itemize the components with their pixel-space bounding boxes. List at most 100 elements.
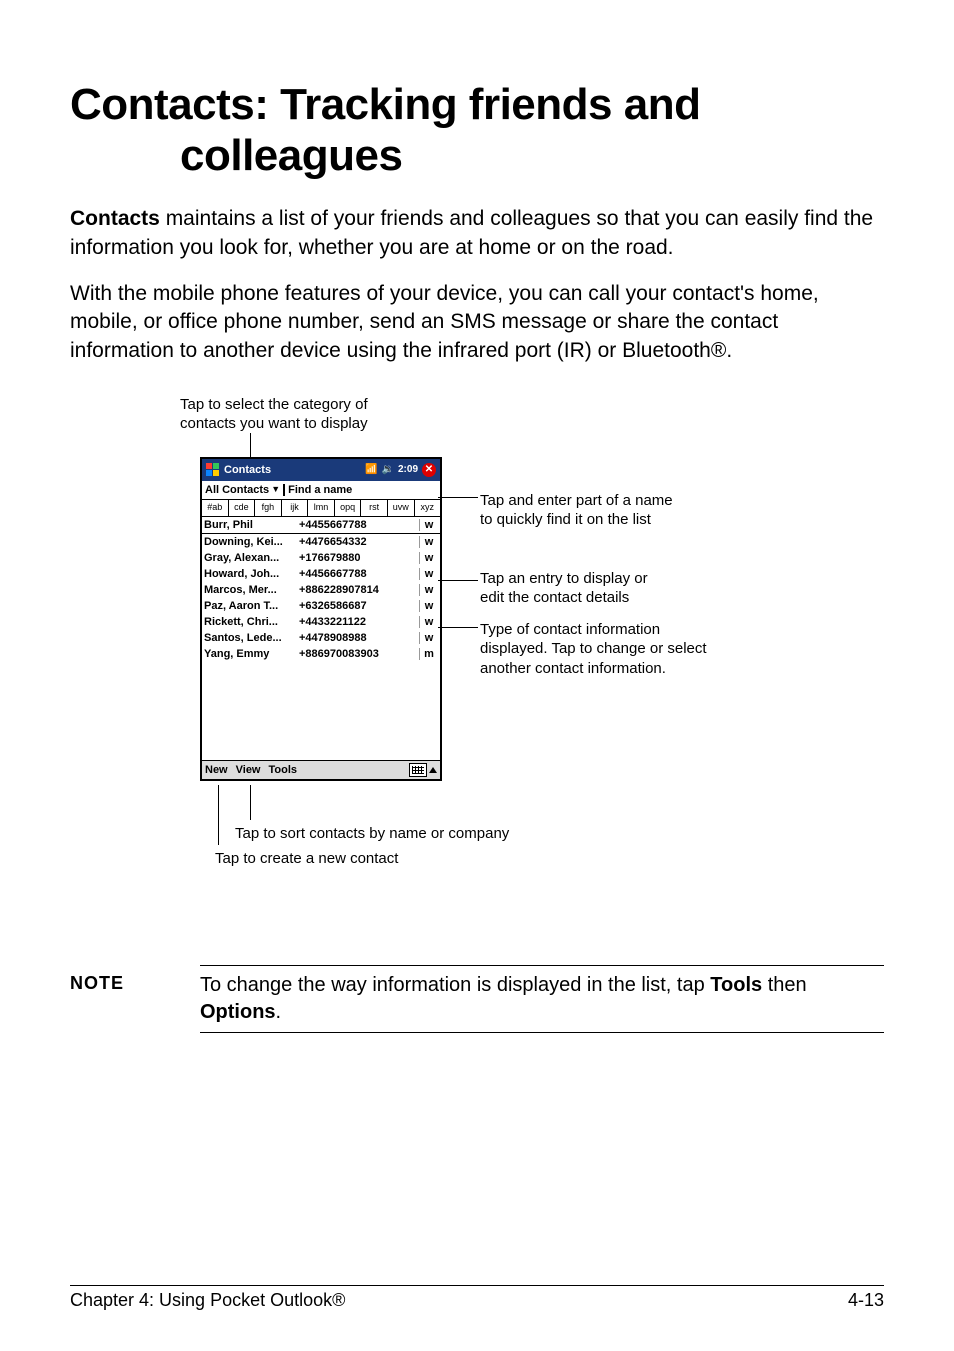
device-screenshot: Contacts 2:09 ✕ All Contacts ▼ Find a na… (200, 457, 442, 781)
contact-row[interactable]: Paz, Aaron T... +6326586687 w (202, 598, 440, 614)
note-label: NOTE (70, 965, 160, 994)
command-bar: New View Tools (202, 760, 440, 779)
contact-name: Gray, Alexan... (204, 552, 299, 564)
contact-number: +4456667788 (299, 568, 419, 580)
para1-rest: maintains a list of your friends and col… (70, 207, 873, 258)
find-name-input[interactable]: Find a name (283, 484, 440, 496)
contact-type[interactable]: w (419, 632, 438, 644)
menu-new[interactable]: New (205, 764, 228, 776)
category-label: All Contacts (205, 484, 269, 496)
contact-name: Burr, Phil (204, 519, 299, 531)
footer-left: Chapter 4: Using Pocket Outlook® (70, 1290, 345, 1311)
note-text-3: . (276, 1001, 282, 1023)
contact-list: Burr, Phil +4455667788 w Downing, Kei...… (202, 517, 440, 745)
alpha-tab[interactable]: lmn (308, 500, 335, 516)
leader-line-find (438, 497, 478, 498)
leader-line-new (218, 785, 219, 845)
speaker-icon (382, 464, 394, 475)
caption-find: Tap and enter part of a name to quickly … (480, 491, 760, 530)
contact-number: +886970083903 (299, 648, 419, 660)
title-bar[interactable]: Contacts 2:09 ✕ (202, 459, 440, 481)
caption-type-l3: another contact information. (480, 660, 666, 677)
alpha-tab[interactable]: opq (335, 500, 362, 516)
leader-line-entry (438, 580, 478, 581)
alpha-tab[interactable]: xyz (415, 500, 441, 516)
caption-entry-l1: Tap an entry to display or (480, 570, 648, 587)
caption-entry: Tap an entry to display or edit the cont… (480, 569, 760, 608)
category-dropdown[interactable]: All Contacts ▼ (202, 484, 283, 496)
caption-category: Tap to select the category of contacts y… (180, 395, 400, 434)
contact-type[interactable]: w (419, 536, 438, 548)
contact-number: +176679880 (299, 552, 419, 564)
input-selector-icon[interactable] (429, 767, 437, 773)
contact-row[interactable]: Marcos, Mer... +886228907814 w (202, 582, 440, 598)
contact-number: +886228907814 (299, 584, 419, 596)
caption-find-l2: to quickly find it on the list (480, 511, 651, 528)
note-text-2: then (762, 974, 806, 996)
contact-type[interactable]: w (419, 519, 438, 531)
contact-row[interactable]: Gray, Alexan... +176679880 w (202, 550, 440, 566)
keyboard-icon[interactable] (409, 763, 427, 777)
page-footer: Chapter 4: Using Pocket Outlook® 4-13 (70, 1285, 884, 1311)
chevron-down-icon: ▼ (271, 485, 280, 495)
alpha-tab[interactable]: uvw (388, 500, 415, 516)
contact-type[interactable]: w (419, 584, 438, 596)
contact-name: Downing, Kei... (204, 536, 299, 548)
contact-row[interactable]: Howard, Joh... +4456667788 w (202, 566, 440, 582)
leader-line-type (438, 627, 478, 628)
contact-name: Rickett, Chri... (204, 616, 299, 628)
contact-row[interactable]: Yang, Emmy +886970083903 m (202, 646, 440, 662)
note-block: NOTE To change the way information is di… (70, 965, 884, 1033)
contacts-lead: Contacts (70, 207, 160, 230)
contact-row[interactable]: Rickett, Chri... +4433221122 w (202, 614, 440, 630)
contact-type[interactable]: m (419, 648, 438, 660)
menu-tools[interactable]: Tools (269, 764, 298, 776)
caption-category-l1: Tap to select the category of (180, 396, 368, 413)
clock: 2:09 (398, 464, 418, 475)
contact-type[interactable]: w (419, 552, 438, 564)
contact-number: +6326586687 (299, 600, 419, 612)
contact-row[interactable]: Santos, Lede... +4478908988 w (202, 630, 440, 646)
contact-type[interactable]: w (419, 616, 438, 628)
intro-paragraph-2: With the mobile phone features of your d… (70, 280, 884, 365)
leader-line-sort (250, 785, 251, 820)
caption-category-l2: contacts you want to display (180, 415, 368, 432)
contact-name: Yang, Emmy (204, 648, 299, 660)
footer-right: 4-13 (848, 1290, 884, 1311)
caption-sort: Tap to sort contacts by name or company (235, 825, 509, 842)
caption-find-l1: Tap and enter part of a name (480, 492, 673, 509)
caption-type-l2: displayed. Tap to change or select (480, 640, 707, 657)
menu-view[interactable]: View (236, 764, 261, 776)
intro-paragraph-1: Contacts maintains a list of your friend… (70, 205, 884, 262)
contact-name: Howard, Joh... (204, 568, 299, 580)
alpha-tab[interactable]: cde (229, 500, 256, 516)
page-title: Contacts: Tracking friends and colleague… (70, 80, 884, 181)
start-icon[interactable] (206, 463, 220, 477)
note-bold-tools: Tools (710, 974, 762, 996)
note-body: To change the way information is display… (200, 972, 884, 1026)
contact-row[interactable]: Downing, Kei... +4476654332 w (202, 534, 440, 550)
figure-area: Tap to select the category of contacts y… (70, 395, 884, 925)
caption-entry-l2: edit the contact details (480, 589, 629, 606)
alpha-tab[interactable]: rst (361, 500, 388, 516)
contact-number: +4478908988 (299, 632, 419, 644)
close-icon[interactable]: ✕ (422, 463, 436, 477)
caption-type-l1: Type of contact information (480, 621, 660, 638)
contact-number: +4476654332 (299, 536, 419, 548)
contact-name: Marcos, Mer... (204, 584, 299, 596)
alpha-tab[interactable]: #ab (202, 500, 229, 516)
alpha-index[interactable]: #ab cde fgh ijk lmn opq rst uvw xyz (202, 500, 440, 517)
title-line2: colleagues (70, 131, 884, 182)
contact-name: Paz, Aaron T... (204, 600, 299, 612)
signal-icon (365, 464, 377, 475)
app-title: Contacts (224, 464, 271, 476)
contact-row[interactable]: Burr, Phil +4455667788 w (202, 517, 440, 534)
contact-type[interactable]: w (419, 600, 438, 612)
contact-type[interactable]: w (419, 568, 438, 580)
caption-type: Type of contact information displayed. T… (480, 620, 760, 679)
contact-number: +4433221122 (299, 616, 419, 628)
note-bold-options: Options (200, 1001, 276, 1023)
alpha-tab[interactable]: ijk (282, 500, 309, 516)
note-text-1: To change the way information is display… (200, 974, 710, 996)
alpha-tab[interactable]: fgh (255, 500, 282, 516)
